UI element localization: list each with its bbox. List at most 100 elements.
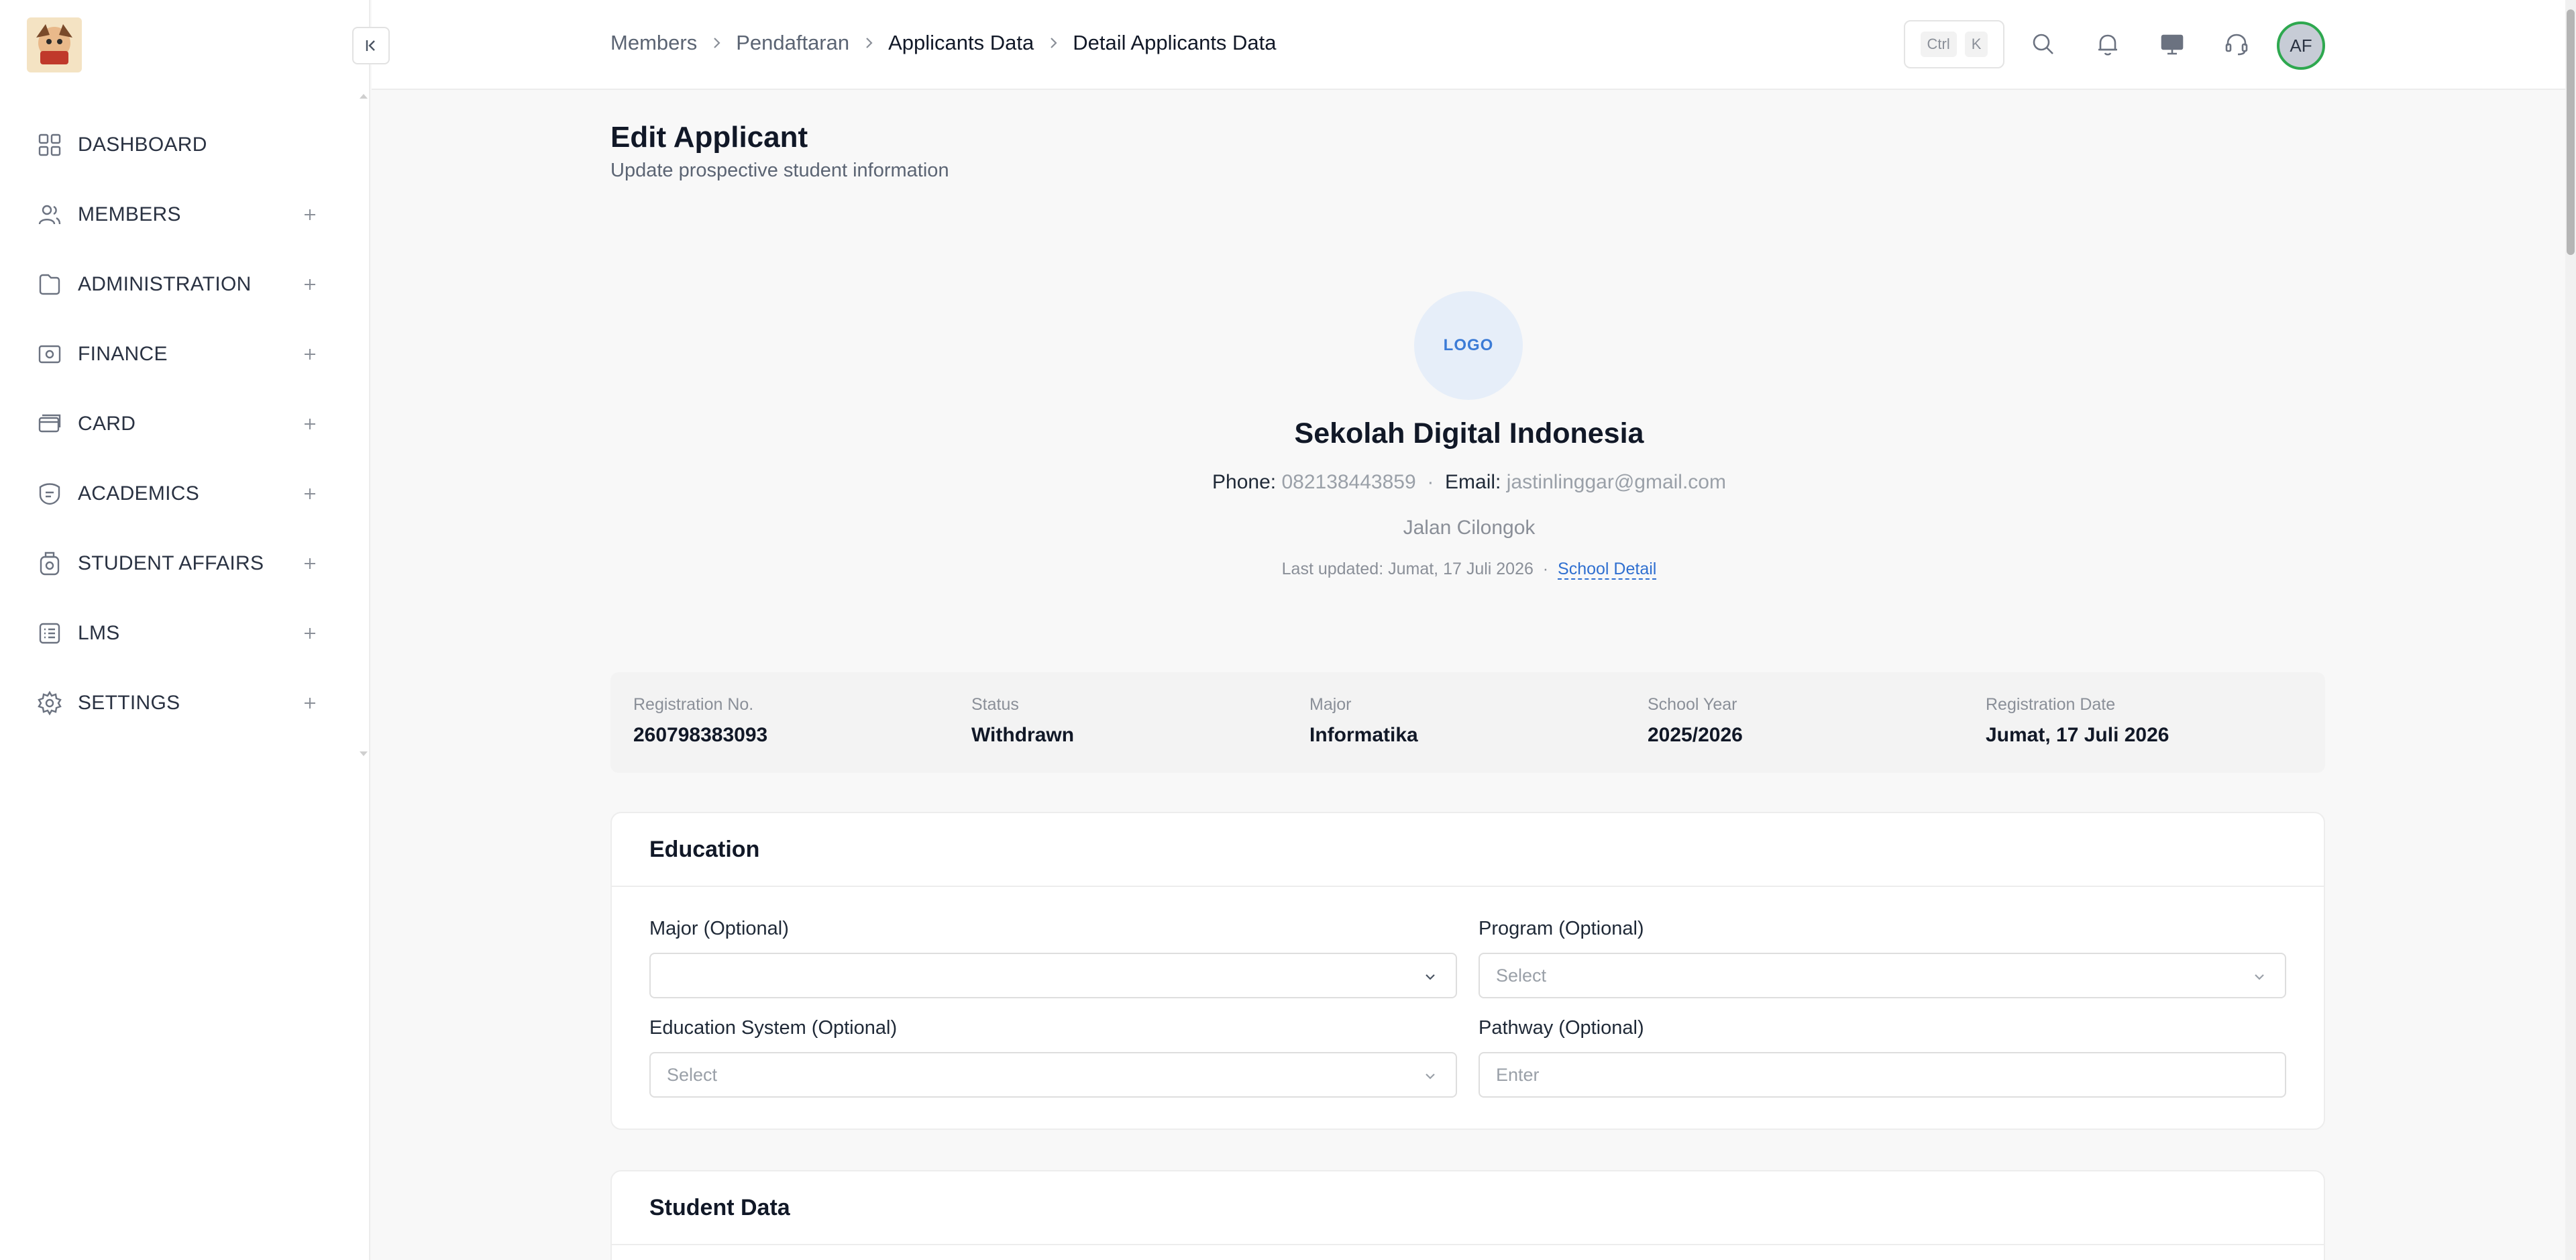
monitor-icon[interactable] — [2157, 30, 2187, 59]
sidebar-scroll-down[interactable] — [360, 751, 368, 756]
search-icon[interactable] — [2029, 30, 2058, 59]
separator-dot: · — [1538, 560, 1554, 578]
pathway-input[interactable]: Enter — [1479, 1052, 2286, 1098]
academics-icon — [39, 483, 60, 505]
summary-label: Registration Date — [1986, 695, 2116, 714]
expand-plus-icon[interactable] — [302, 346, 318, 362]
sidebar: DASHBOARD MEMBERS ADMINISTRATION FINANCE — [0, 0, 370, 1260]
expand-plus-icon[interactable] — [302, 486, 318, 502]
expand-plus-icon[interactable] — [302, 276, 318, 293]
pathway-placeholder: Enter — [1496, 1064, 1540, 1085]
school-address: Jalan Cilongok — [1403, 517, 1536, 539]
breadcrumb-pendaftaran[interactable]: Pendaftaran — [736, 31, 849, 55]
last-updated-text: Last updated: Jumat, 17 Juli 2026 — [1281, 560, 1534, 578]
program-label: Program (Optional) — [1479, 918, 1644, 939]
sidebar-item-card[interactable]: CARD — [0, 397, 370, 451]
summary-value: Withdrawn — [971, 724, 1075, 746]
collapse-left-icon — [366, 40, 375, 51]
breadcrumb-applicants-data[interactable]: Applicants Data — [888, 31, 1034, 55]
breadcrumb-current: Detail Applicants Data — [1073, 31, 1277, 54]
headset-icon[interactable] — [2222, 30, 2251, 59]
command-shortcut-button[interactable]: Ctrl K — [1904, 20, 2004, 68]
student-data-card-title: Student Data — [612, 1171, 2324, 1245]
separator-dot: · — [1421, 471, 1440, 493]
top-bar: Members Pendaftaran Applicants Data Deta… — [372, 0, 2565, 90]
gear-icon — [38, 690, 62, 716]
badge-icon — [40, 552, 60, 576]
pathway-label: Pathway (Optional) — [1479, 1017, 1644, 1039]
sidebar-item-academics[interactable]: ACADEMICS — [0, 467, 370, 521]
school-last-updated-row: Last updated: Jumat, 17 Juli 2026 · Scho… — [1073, 560, 1865, 580]
major-select[interactable] — [649, 953, 1457, 998]
expand-plus-icon[interactable] — [302, 625, 318, 641]
school-detail-link[interactable]: School Detail — [1558, 560, 1657, 580]
sidebar-item-dashboard[interactable]: DASHBOARD — [0, 118, 370, 172]
expand-plus-icon[interactable] — [302, 695, 318, 711]
student-data-card: Student Data — [610, 1170, 2325, 1260]
breadcrumb: Members Pendaftaran Applicants Data Deta… — [610, 31, 1277, 55]
phone-label: Phone: — [1212, 471, 1277, 493]
summary-label: Registration No. — [633, 695, 754, 714]
summary-label: Status — [971, 695, 1019, 714]
users-icon — [38, 205, 61, 225]
summary-registration-no: Registration No. 260798383093 — [633, 695, 767, 747]
education-system-select[interactable]: Select — [649, 1052, 1457, 1098]
chevron-right-icon — [714, 38, 720, 48]
sidebar-item-label: CARD — [78, 413, 136, 435]
sidebar-item-label: FINANCE — [78, 343, 168, 365]
breadcrumb-members[interactable]: Members — [610, 31, 697, 55]
folder-icon — [39, 274, 60, 295]
summary-value: Informatika — [1309, 724, 1418, 746]
expand-plus-icon[interactable] — [302, 416, 318, 432]
sidebar-item-administration[interactable]: ADMINISTRATION — [0, 258, 370, 311]
summary-value: 2025/2026 — [1648, 724, 1743, 746]
sidebar-item-student-affairs[interactable]: STUDENT AFFAIRS — [0, 537, 370, 590]
expand-plus-icon[interactable] — [302, 207, 318, 223]
education-system-label: Education System (Optional) — [649, 1017, 898, 1039]
sidebar-item-label: ACADEMICS — [78, 482, 200, 505]
sidebar-item-label: LMS — [78, 622, 120, 644]
summary-label: School Year — [1648, 695, 1737, 714]
school-logo: LOGO — [1414, 291, 1523, 400]
school-email: jastinlinggar@gmail.com — [1506, 471, 1726, 493]
app-logo[interactable] — [27, 17, 82, 72]
chevron-down-icon — [1426, 1073, 1435, 1080]
sidebar-item-members[interactable]: MEMBERS — [0, 188, 370, 242]
page-scrollbar-thumb[interactable] — [2567, 9, 2575, 255]
kbd-ctrl: Ctrl — [1920, 32, 1957, 57]
applicant-summary: Registration No. 260798383093 Status Wit… — [610, 672, 2325, 773]
summary-label: Major — [1309, 695, 1352, 714]
collapse-sidebar-button[interactable] — [352, 27, 390, 64]
card-icon — [38, 414, 61, 433]
bell-icon[interactable] — [2093, 30, 2123, 59]
sidebar-item-label: STUDENT AFFAIRS — [78, 552, 264, 574]
summary-registration-date: Registration Date Jumat, 17 Juli 2026 — [1986, 695, 2169, 747]
sidebar-item-label: DASHBOARD — [78, 134, 207, 156]
program-select[interactable]: Select — [1479, 953, 2286, 998]
sidebar-item-settings[interactable]: SETTINGS — [0, 676, 370, 730]
sidebar-item-label: ADMINISTRATION — [78, 273, 252, 295]
major-label: Major (Optional) — [649, 918, 789, 939]
grid-icon — [38, 134, 61, 156]
summary-value: Jumat, 17 Juli 2026 — [1986, 724, 2169, 746]
sidebar-item-lms[interactable]: LMS — [0, 607, 370, 660]
summary-school-year: School Year 2025/2026 — [1648, 695, 1743, 747]
expand-plus-icon[interactable] — [302, 556, 318, 572]
chevron-right-icon — [866, 38, 873, 48]
school-name: Sekolah Digital Indonesia — [1294, 417, 1644, 450]
page-title: Edit Applicant — [610, 121, 808, 154]
education-card-title: Education — [612, 813, 2324, 887]
user-avatar[interactable]: AF — [2277, 21, 2325, 70]
sidebar-item-label: SETTINGS — [78, 692, 180, 714]
education-system-placeholder: Select — [667, 1064, 718, 1085]
school-contact: Phone: 082138443859 · Email: jastinlingg… — [1073, 471, 1865, 494]
summary-major: Major Informatika — [1309, 695, 1418, 747]
summary-value: 260798383093 — [633, 724, 768, 746]
list-icon — [39, 623, 60, 644]
sidebar-item-finance[interactable]: FINANCE — [0, 327, 370, 381]
program-select-placeholder: Select — [1496, 965, 1547, 986]
sidebar-item-label: MEMBERS — [78, 203, 181, 225]
kbd-k: K — [1964, 32, 1988, 57]
school-phone: 082138443859 — [1281, 471, 1416, 493]
sidebar-scroll-up[interactable] — [360, 94, 368, 99]
